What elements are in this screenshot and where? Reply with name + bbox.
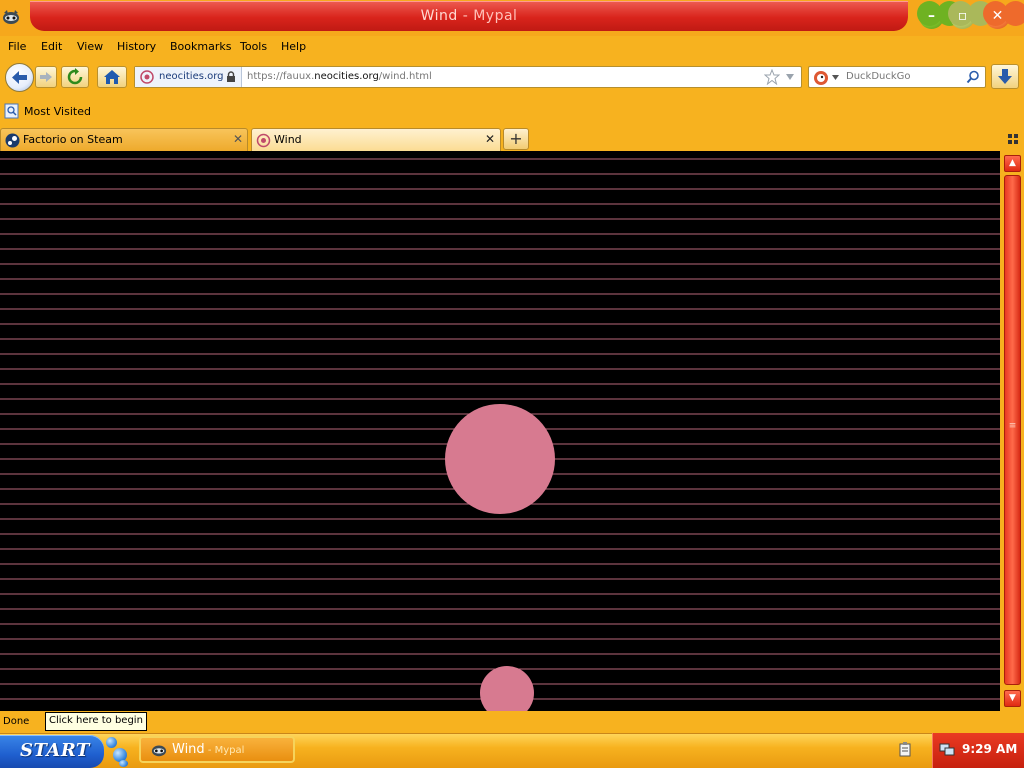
back-arrow-icon bbox=[12, 71, 27, 84]
chevron-up-icon: ▲ bbox=[1009, 158, 1016, 168]
url-dropdown-icon[interactable] bbox=[785, 73, 795, 81]
menu-help[interactable]: Help bbox=[281, 40, 306, 53]
start-label[interactable]: START bbox=[20, 740, 90, 761]
minimize-button[interactable]: – bbox=[917, 1, 962, 29]
site-identity-button[interactable]: neocities.org bbox=[135, 67, 242, 87]
neocities-icon bbox=[140, 70, 154, 84]
window-title-app: - Mypal bbox=[457, 8, 518, 24]
url-prefix: https://fauux. bbox=[247, 71, 315, 82]
wind-circle[interactable] bbox=[480, 666, 534, 711]
taskbar-item-app: - Mypal bbox=[204, 745, 245, 756]
network-tray-icon[interactable] bbox=[939, 740, 955, 756]
scrollbar-thumb[interactable]: ≡ bbox=[1004, 175, 1021, 685]
tooltip: Click here to begin bbox=[45, 712, 147, 731]
bookmark-star-icon[interactable] bbox=[764, 69, 780, 85]
bookmarks-toolbar bbox=[0, 100, 1024, 122]
menu-view[interactable]: View bbox=[77, 40, 103, 53]
window-title-page: Wind bbox=[420, 8, 458, 24]
clipboard-tray-icon[interactable] bbox=[898, 741, 912, 757]
status-bar bbox=[0, 711, 1024, 733]
title-bar[interactable]: Wind - Mypal – ▫ ✕ bbox=[0, 0, 1024, 36]
home-icon bbox=[104, 70, 120, 84]
download-arrow-icon bbox=[998, 69, 1012, 84]
scroll-down-button[interactable]: ▼ bbox=[1004, 690, 1021, 707]
reload-button[interactable] bbox=[61, 66, 89, 88]
neocities-icon bbox=[256, 133, 271, 148]
maximize-icon: ▫ bbox=[957, 8, 968, 24]
back-button[interactable] bbox=[5, 63, 34, 92]
menu-file[interactable]: File bbox=[8, 40, 26, 53]
duckduckgo-icon[interactable] bbox=[813, 70, 829, 86]
tab-close-icon[interactable]: ✕ bbox=[233, 132, 243, 146]
most-visited-icon[interactable] bbox=[4, 103, 20, 119]
forward-arrow-icon bbox=[40, 72, 52, 82]
wind-circle[interactable] bbox=[445, 404, 555, 514]
chevron-down-icon: ▼ bbox=[1009, 693, 1016, 703]
search-input[interactable]: DuckDuckGo bbox=[846, 71, 911, 82]
page-content[interactable] bbox=[0, 151, 1000, 711]
menu-edit[interactable]: Edit bbox=[41, 40, 62, 53]
bubble-icon bbox=[119, 760, 128, 767]
tab-close-icon[interactable]: ✕ bbox=[485, 132, 495, 146]
vertical-scrollbar[interactable]: ▲ ≡ ▼ bbox=[1001, 151, 1024, 711]
new-tab-button[interactable]: + bbox=[503, 128, 529, 150]
tab-wind[interactable]: Wind ✕ bbox=[251, 128, 501, 151]
steam-icon bbox=[5, 133, 20, 148]
close-button[interactable]: ✕ bbox=[983, 1, 1024, 29]
taskbar-item-title: Wind bbox=[172, 742, 205, 757]
maximize-button[interactable]: ▫ bbox=[948, 1, 993, 29]
tab-title: Wind bbox=[274, 133, 302, 146]
url-path: /wind.html bbox=[378, 71, 432, 82]
minimize-icon: – bbox=[928, 8, 935, 24]
tab-title: Factorio on Steam bbox=[23, 133, 123, 146]
search-engine-dropdown-icon[interactable] bbox=[832, 75, 839, 80]
search-bar[interactable]: DuckDuckGo bbox=[808, 66, 986, 88]
window-title: Wind - Mypal bbox=[30, 8, 908, 24]
tab-factorio-on-steam[interactable]: Factorio on Steam ✕ bbox=[0, 128, 248, 151]
site-identity-label: neocities.org bbox=[159, 71, 224, 82]
close-icon: ✕ bbox=[991, 8, 1004, 24]
menu-bookmarks[interactable]: Bookmarks bbox=[170, 40, 231, 53]
status-text: Done bbox=[3, 716, 30, 727]
url-bar[interactable]: neocities.org https://fauux.neocities.or… bbox=[134, 66, 802, 88]
menu-tools[interactable]: Tools bbox=[240, 40, 267, 53]
grip-icon: ≡ bbox=[1008, 421, 1017, 431]
home-button[interactable] bbox=[97, 66, 127, 88]
forward-button[interactable] bbox=[35, 66, 57, 88]
lock-icon bbox=[227, 71, 235, 82]
taskbar-item-wind[interactable]: Wind - Mypal bbox=[139, 736, 295, 763]
plus-icon: + bbox=[509, 129, 523, 148]
most-visited-bookmark[interactable]: Most Visited bbox=[24, 105, 91, 118]
taskbar-item-label: Wind - Mypal bbox=[172, 742, 244, 757]
bubble-icon bbox=[106, 737, 117, 748]
scroll-up-button[interactable]: ▲ bbox=[1004, 155, 1021, 172]
downloads-button[interactable] bbox=[991, 64, 1019, 89]
clock[interactable]: 9:29 AM bbox=[962, 742, 1017, 756]
url-host: neocities.org bbox=[314, 71, 379, 82]
url-text[interactable]: https://fauux.neocities.org/wind.html bbox=[247, 71, 432, 82]
menu-history[interactable]: History bbox=[117, 40, 156, 53]
mypal-raccoon-icon bbox=[151, 745, 167, 757]
search-icon[interactable] bbox=[966, 70, 980, 84]
mypal-raccoon-icon[interactable] bbox=[2, 8, 20, 26]
menu-bar: File Edit View History Bookmarks Tools H… bbox=[0, 38, 1024, 58]
list-all-tabs-icon[interactable] bbox=[1008, 134, 1018, 144]
wind-canvas[interactable] bbox=[0, 151, 1000, 711]
reload-icon bbox=[67, 68, 83, 85]
